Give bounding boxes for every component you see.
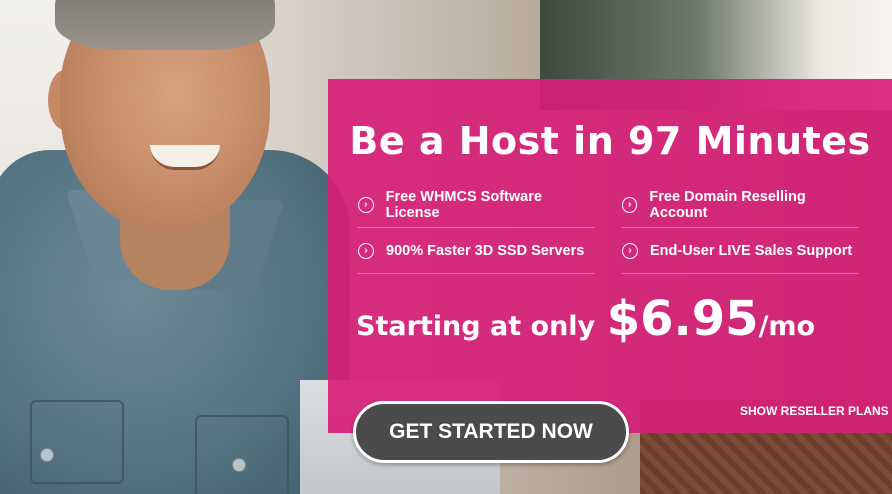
- man-hair: [55, 0, 275, 50]
- get-started-button[interactable]: GET STARTED NOW: [353, 401, 629, 463]
- shirt-button: [232, 458, 246, 472]
- price-prefix: Starting at only: [356, 311, 596, 342]
- feature-label: 900% Faster 3D SSD Servers: [386, 243, 585, 259]
- shirt-pocket-right: [195, 415, 289, 494]
- chevron-right-circle-icon: ›: [622, 243, 638, 259]
- show-reseller-plans-link[interactable]: SHOW RESELLER PLANS: [740, 404, 889, 418]
- feature-item: › 900% Faster 3D SSD Servers: [358, 229, 594, 274]
- feature-label: End-User LIVE Sales Support: [650, 243, 853, 259]
- feature-item: › End-User LIVE Sales Support: [622, 229, 858, 274]
- feature-label: Free Domain Reselling Account: [649, 189, 806, 221]
- chevron-right-circle-icon: ›: [358, 243, 374, 259]
- shirt-pocket-left: [30, 400, 124, 484]
- shirt-button: [40, 448, 54, 462]
- price-amount: $6.95: [606, 291, 759, 347]
- chevron-right-circle-icon: ›: [358, 197, 374, 213]
- promo-headline: Be a Host in 97 Minutes: [349, 119, 871, 163]
- chevron-right-circle-icon: ›: [622, 197, 638, 213]
- price-suffix: /mo: [758, 311, 816, 342]
- price-line: Starting at only $6.95/mo: [356, 291, 815, 347]
- feature-item: › Free Domain Reselling Account: [622, 183, 858, 228]
- promo-banner: Be a Host in 97 Minutes › Free WHMCS Sof…: [328, 79, 892, 433]
- feature-item: › Free WHMCS Software License: [358, 183, 594, 228]
- feature-label: Free WHMCS Software License: [385, 189, 542, 221]
